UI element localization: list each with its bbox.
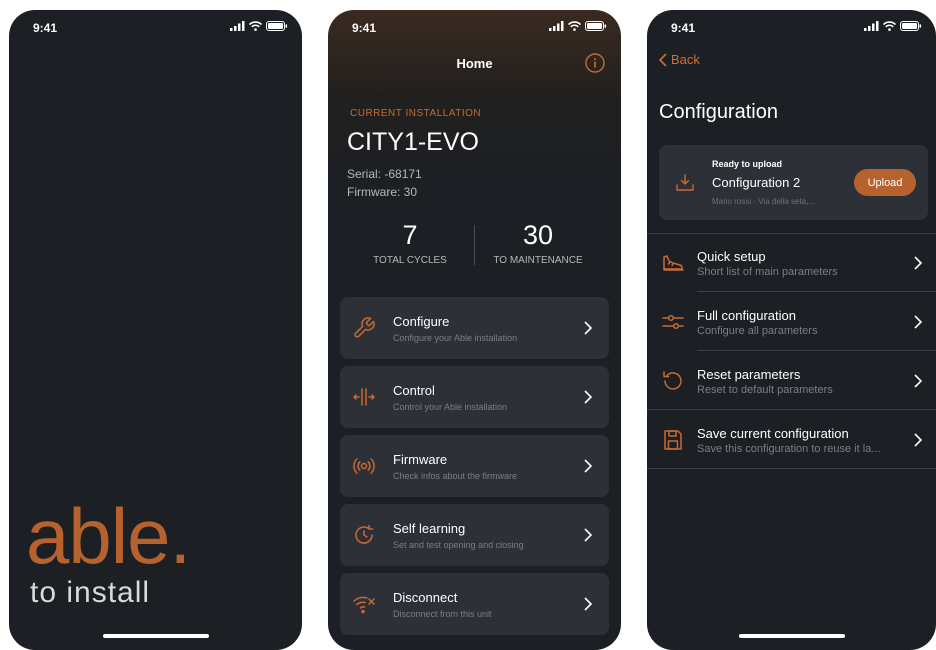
config-item-subtitle: Save this configuration to reuse it la..… [697,443,881,455]
home-indicator[interactable] [102,634,209,638]
chevron-right-icon [584,597,593,611]
status-bar: 9:41 [9,10,302,46]
cellular-signal-icon [549,21,564,31]
battery-icon [266,21,288,31]
config-item-quick-setup[interactable]: Quick setup Short list of main parameter… [647,234,936,292]
device-name: CITY1-EVO [347,128,479,156]
back-label: Back [671,52,700,67]
status-icons [230,21,288,31]
row-divider [697,291,936,292]
stat-total-cycles: 7 TOTAL CYCLES [346,220,474,267]
upload-card: Ready to upload Configuration 2 Mario ro… [659,145,928,220]
page-title: Configuration [659,101,778,123]
status-bar: 9:41 [328,10,621,46]
stat-value: 7 [402,220,418,250]
info-icon[interactable] [585,53,605,73]
nav-title: Home [456,56,493,71]
stat-label: TO MAINTENANCE [493,255,583,266]
home-screen: 9:41 Home CURRENT INSTALLATION CITY1-EVO… [328,10,621,650]
battery-icon [585,21,607,31]
config-item-title: Save current configuration [697,426,849,441]
configuration-meta: Mario rossi - Via della seta,... [712,197,816,206]
config-item-save-configuration[interactable]: Save current configuration Save this con… [647,411,936,469]
stat-label: TOTAL CYCLES [373,255,447,266]
menu-item-title: Firmware [393,452,448,467]
status-time: 9:41 [671,21,696,35]
status-bar: 9:41 [647,10,936,46]
configuration-name: Configuration 2 [712,175,801,190]
stat-to-maintenance: 30 TO MAINTENANCE [474,220,602,267]
config-item-full-configuration[interactable]: Full configuration Configure all paramet… [647,293,936,351]
back-button[interactable]: Back [659,52,700,67]
upload-button[interactable]: Upload [854,169,916,196]
menu-item-subtitle: Configure your Able installation [393,333,518,343]
chevron-right-icon [914,374,922,388]
status-time: 9:41 [352,21,377,35]
download-tray-icon [676,174,694,191]
config-item-subtitle: Reset to default parameters [697,384,833,396]
menu-item-subtitle: Check infos about the firmware [393,471,518,481]
current-installation-label: CURRENT INSTALLATION [350,108,482,119]
home-indicator[interactable] [738,634,845,638]
wifi-off-icon [353,596,375,614]
cellular-signal-icon [230,21,245,31]
brand-logo: able. [26,492,191,580]
upload-status: Ready to upload [712,159,783,169]
chevron-right-icon [914,315,922,329]
wrench-icon [354,317,375,338]
menu-item-firmware[interactable]: Firmware Check infos about the firmware [340,435,609,497]
shoe-icon [663,255,684,271]
sliders-icon [662,314,684,330]
config-item-title: Reset parameters [697,367,801,382]
learning-icon [355,524,374,544]
firmware-version: Firmware: 30 [347,185,418,199]
cellular-signal-icon [864,21,879,31]
chevron-right-icon [914,256,922,270]
menu-item-title: Self learning [393,521,466,536]
save-icon [664,430,682,450]
reset-icon [663,371,682,390]
wifi-icon [568,21,581,31]
wifi-icon [883,21,896,31]
splash-screen: 9:41 able. to install [9,10,302,650]
menu-item-self-learning[interactable]: Self learning Set and test opening and c… [340,504,609,566]
menu-item-title: Disconnect [393,590,458,605]
menu-item-configure[interactable]: Configure Configure your Able installati… [340,297,609,359]
status-icons [549,21,607,31]
config-item-title: Quick setup [697,249,766,264]
configuration-screen: 9:41 Back Configuration Ready to upload … [647,10,936,650]
brand-tagline: to install [30,576,151,609]
chevron-right-icon [584,459,593,473]
row-divider [647,468,936,469]
config-item-title: Full configuration [697,308,796,323]
config-item-subtitle: Short list of main parameters [697,266,838,278]
gate-arrows-icon [353,388,375,406]
serial-number: Serial: -68171 [347,167,422,181]
menu-item-title: Control [393,383,435,398]
menu-item-title: Configure [393,314,450,329]
status-icons [864,21,922,31]
chevron-right-icon [584,321,593,335]
chevron-right-icon [584,528,593,542]
config-item-subtitle: Configure all parameters [697,325,818,337]
menu-item-subtitle: Disconnect from this unit [393,609,492,619]
signal-icon [353,458,375,474]
wifi-icon [249,21,262,31]
menu-item-disconnect[interactable]: Disconnect Disconnect from this unit [340,573,609,635]
menu-item-control[interactable]: Control Control your Able installation [340,366,609,428]
menu-item-subtitle: Control your Able installation [393,402,508,412]
row-divider [647,409,936,410]
stat-value: 30 [522,220,554,250]
battery-icon [900,21,922,31]
chevron-right-icon [914,433,922,447]
chevron-left-icon [659,52,667,67]
status-time: 9:41 [33,21,58,35]
config-item-reset-parameters[interactable]: Reset parameters Reset to default parame… [647,352,936,410]
chevron-right-icon [584,390,593,404]
menu-item-subtitle: Set and test opening and closing [393,540,524,550]
row-divider [697,350,936,351]
